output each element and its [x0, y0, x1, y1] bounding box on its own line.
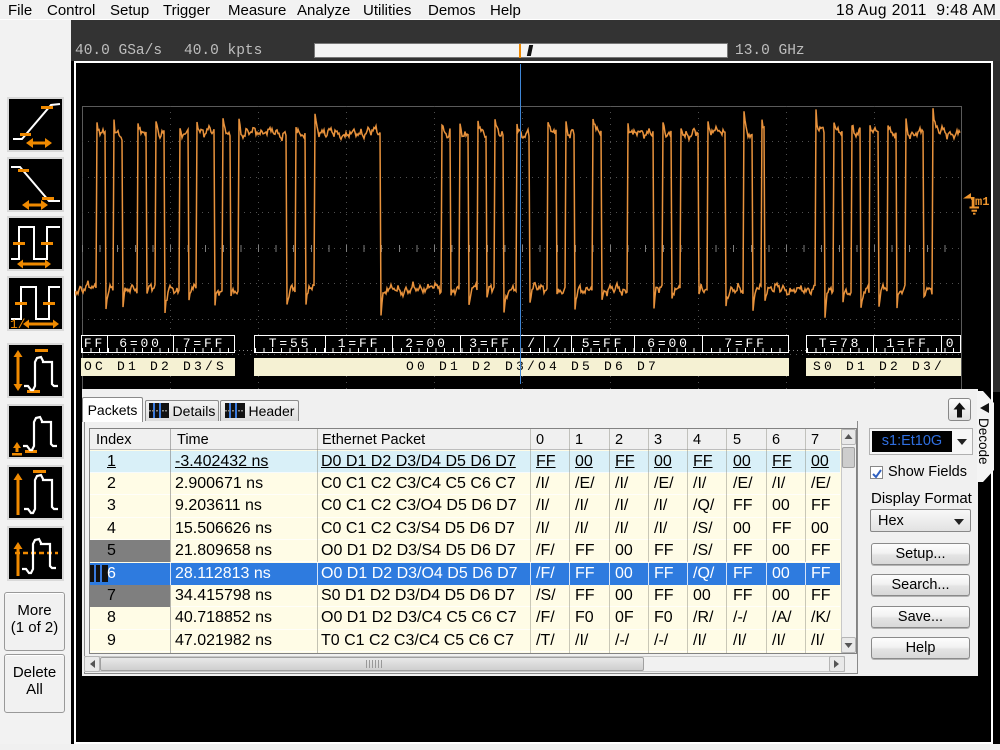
svg-text:m1: m1: [975, 195, 989, 209]
svg-text:1/: 1/: [10, 317, 26, 329]
